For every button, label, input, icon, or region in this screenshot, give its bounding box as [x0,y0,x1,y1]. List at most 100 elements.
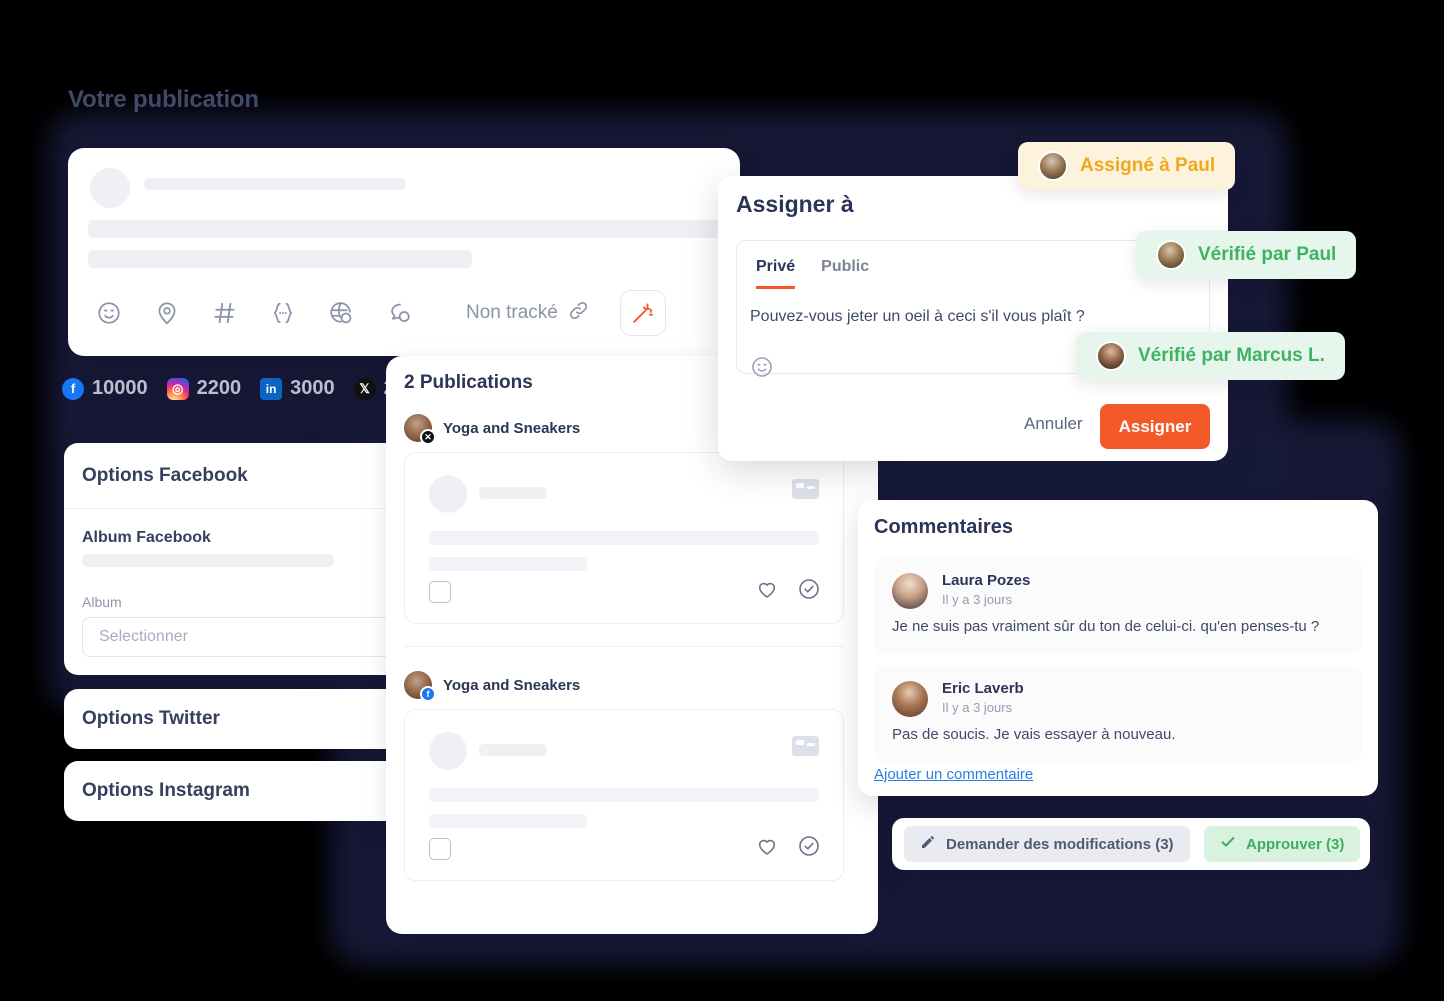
publication-account-header: f Yoga and Sneakers [404,671,581,702]
assign-tabs: Privé Public [756,258,869,289]
status-badge-label: Vérifié par Paul [1198,244,1337,265]
page-title: Votre publication [68,86,259,113]
avatar [892,681,928,717]
composer-toolbar: Non tracké [80,290,666,336]
globe-icon[interactable] [312,296,370,330]
publication-account-header: ✕ Yoga and Sneakers [404,414,581,445]
preview-name-placeholder [479,487,547,499]
linkedin-icon: in [260,377,283,400]
avatar [1156,240,1186,270]
select-checkbox[interactable] [429,838,451,860]
check-icon [1220,834,1236,854]
composer-text-placeholder-1 [88,220,724,238]
options-instagram-title[interactable]: Options Instagram [82,780,250,802]
preview-avatar-placeholder [429,732,467,770]
status-badge-assigned: Assigné à Paul [1018,142,1236,190]
divider [404,646,844,647]
x-icon: ✕ [420,429,436,445]
add-comment-link[interactable]: Ajouter un commentaire [874,766,1033,783]
assign-button[interactable]: Assigner [1100,404,1210,449]
counter-facebook: f 10000 [62,377,148,400]
preview-line-2 [429,557,587,571]
approve-button[interactable]: Approuver (3) [1204,826,1361,862]
comment-author: Laura Pozes [942,572,1031,589]
comment-author: Eric Laverb [942,680,1024,697]
instagram-icon: ◎ [166,377,189,400]
avatar [892,573,928,609]
x-icon: 𝕏 [353,377,376,400]
social-counters: f 10000 ◎ 2200 in 3000 𝕏 280 [62,377,425,400]
composer-avatar-placeholder [90,168,130,208]
image-icon [792,736,819,756]
tab-public[interactable]: Public [821,258,869,289]
album-select-placeholder: Selectionner [99,628,188,645]
assign-modal-title: Assigner à [736,191,854,217]
status-badge-label: Vérifié par Marcus L. [1138,345,1325,366]
avatar [1038,151,1068,181]
avatar: f [404,671,436,702]
variable-icon[interactable] [254,296,312,330]
emoji-icon[interactable] [80,296,138,330]
counter-value-linkedin: 3000 [290,377,335,399]
publication-account-name: Yoga and Sneakers [443,419,581,437]
avatar: ✕ [404,414,436,445]
composer-name-placeholder [144,178,406,190]
counter-instagram: ◎ 2200 [166,377,242,400]
approve-check-icon[interactable] [797,834,821,863]
counter-value-facebook: 10000 [92,377,148,399]
avatar [1096,341,1126,371]
assign-message-text[interactable]: Pouvez-vous jeter un oeil à ceci s'il vo… [750,308,1085,326]
tracking-label: Non tracké [466,302,558,323]
location-icon[interactable] [138,296,196,330]
heart-icon[interactable] [755,834,779,863]
options-twitter-title[interactable]: Options Twitter [82,708,220,730]
album-field-label: Album [82,594,122,610]
counter-value-instagram: 2200 [196,377,242,399]
status-badge-verified-marcus: Vérifié par Marcus L. [1076,332,1345,380]
facebook-icon: f [420,686,436,702]
comment-text: Je ne suis pas vraiment sûr du ton de ce… [892,618,1320,635]
album-placeholder-bar [82,554,334,567]
image-icon [792,479,819,499]
facebook-icon: f [62,377,84,400]
heart-icon[interactable] [755,577,779,606]
comments-title: Commentaires [874,516,1013,538]
comment-timestamp: Il y a 3 jours [942,700,1013,715]
counter-linkedin: in 3000 [260,377,335,400]
emoji-icon[interactable] [750,355,774,384]
cancel-button[interactable]: Annuler [1024,414,1083,434]
hashtag-icon[interactable] [196,296,254,330]
pencil-icon [920,834,936,854]
approve-check-icon[interactable] [797,577,821,606]
publication-preview-card[interactable] [404,709,844,881]
request-changes-label: Demander des modifications (3) [946,835,1174,853]
comment-icon[interactable] [370,296,428,330]
publications-title: 2 Publications [404,372,533,393]
comment-item: Laura Pozes Il y a 3 jours Je ne suis pa… [874,558,1362,654]
publication-preview-card[interactable] [404,452,844,624]
comment-timestamp: Il y a 3 jours [942,592,1013,607]
preview-line-1 [429,531,819,545]
options-facebook-title[interactable]: Options Facebook [82,465,248,487]
comment-text: Pas de soucis. Je vais essayer à nouveau… [892,726,1176,743]
preview-line-2 [429,814,587,828]
link-icon [567,299,590,328]
album-select[interactable]: Selectionner [82,617,412,657]
preview-actions [755,834,821,863]
preview-avatar-placeholder [429,475,467,513]
tab-prive[interactable]: Privé [756,258,796,289]
magic-wand-button[interactable] [619,290,666,336]
preview-actions [755,577,821,606]
publication-account-name: Yoga and Sneakers [443,676,581,694]
select-checkbox[interactable] [429,581,451,603]
request-changes-button[interactable]: Demander des modifications (3) [904,826,1190,862]
preview-line-1 [429,788,819,802]
tracking-status[interactable]: Non tracké [466,299,590,328]
composer-text-placeholder-2 [88,250,472,268]
approve-label: Approuver (3) [1246,835,1345,853]
status-badge-verified-paul: Vérifié par Paul [1136,231,1357,279]
comment-item: Eric Laverb Il y a 3 jours Pas de soucis… [874,666,1362,762]
album-facebook-title: Album Facebook [82,529,211,546]
preview-name-placeholder [479,744,547,756]
status-badge-label: Assigné à Paul [1080,155,1216,176]
